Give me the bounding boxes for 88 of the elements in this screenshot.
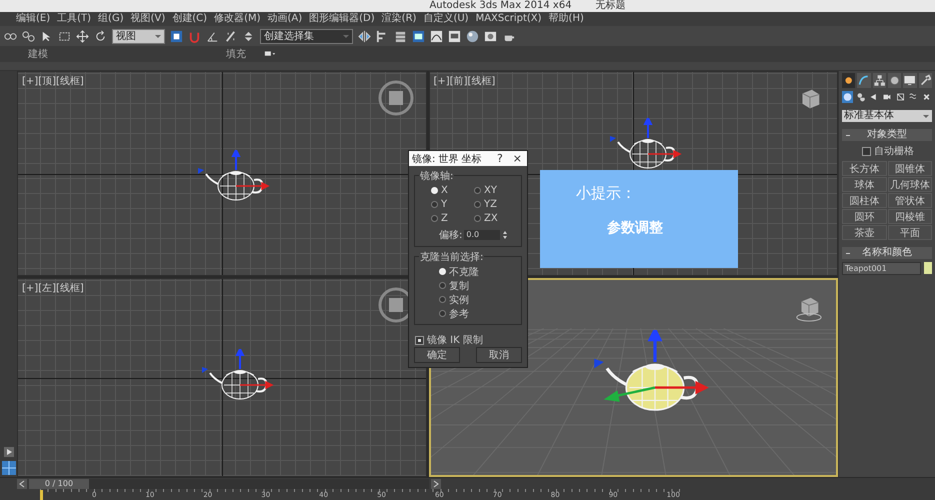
menu-item[interactable]: 动画(A) bbox=[268, 12, 302, 26]
key-marker bbox=[40, 490, 43, 500]
name-field[interactable]: Teapot001 bbox=[842, 262, 921, 275]
circle-icon[interactable] bbox=[888, 73, 902, 88]
autogrid-checkbox[interactable]: 自动栅格 bbox=[842, 144, 932, 158]
previous-frame-icon[interactable] bbox=[17, 478, 27, 488]
tip-text: 参数调整 bbox=[606, 219, 664, 237]
percent-icon[interactable] bbox=[224, 30, 237, 42]
shapes-icon[interactable] bbox=[855, 91, 866, 103]
sphere-icon[interactable] bbox=[842, 91, 854, 103]
mirror-icon[interactable] bbox=[358, 30, 371, 42]
clone-radio[interactable]: 实例 bbox=[439, 293, 517, 306]
tree-icon[interactable] bbox=[872, 73, 886, 88]
clone-radio[interactable]: 复制 bbox=[439, 279, 517, 292]
rollout-header[interactable]: 对象类型 bbox=[842, 129, 932, 141]
viewport-layout-icon[interactable] bbox=[2, 461, 16, 475]
time-slider[interactable]: 0 / 100 bbox=[29, 478, 429, 488]
clone-radio[interactable]: 参考 bbox=[439, 307, 517, 320]
object-type-button[interactable]: 圆环 bbox=[842, 209, 886, 224]
view-dropdown[interactable]: 视图 bbox=[112, 28, 165, 44]
cancel-button[interactable]: 取消 bbox=[476, 347, 522, 363]
ok-button[interactable]: 确定 bbox=[414, 347, 460, 363]
close-button[interactable]: × bbox=[508, 152, 527, 165]
object-type-button[interactable]: 平面 bbox=[888, 225, 932, 240]
ribbon-tab[interactable]: 填充 bbox=[226, 47, 246, 61]
category-dropdown[interactable]: 标准基本体 bbox=[842, 110, 932, 122]
monitor-icon[interactable] bbox=[903, 73, 917, 88]
viewcube-icon[interactable] bbox=[378, 80, 414, 116]
axis-radio[interactable]: Z bbox=[431, 212, 474, 225]
viewport[interactable]: [+][左][线框] bbox=[17, 278, 426, 477]
menu-item[interactable]: 渲染(R) bbox=[382, 12, 416, 26]
angle-icon[interactable] bbox=[206, 30, 219, 42]
window-title: Autodesk 3ds Max 2014 x64 bbox=[429, 0, 572, 12]
group-label: 镜像轴: bbox=[419, 169, 454, 183]
axis-radio[interactable]: ZX bbox=[474, 212, 517, 225]
offset-label: 偏移: bbox=[439, 229, 462, 242]
menu-item[interactable]: 组(G) bbox=[98, 12, 124, 26]
selection-set-dropdown[interactable]: 创建选择集 bbox=[260, 28, 353, 44]
group-label: 克隆当前选择: bbox=[419, 250, 484, 264]
viewport-label[interactable]: [+][左][线框] bbox=[22, 281, 84, 295]
next-frame-icon[interactable] bbox=[431, 478, 441, 488]
curve-icon[interactable] bbox=[430, 30, 443, 42]
document-name: 无标题 bbox=[596, 0, 626, 12]
axis-radio[interactable]: XY bbox=[474, 184, 517, 197]
axis-radio[interactable]: X bbox=[431, 184, 474, 197]
rect-icon[interactable] bbox=[58, 30, 71, 42]
menu-item[interactable]: 帮助(H) bbox=[548, 12, 584, 26]
material-icon[interactable] bbox=[466, 30, 479, 42]
layers-icon[interactable] bbox=[394, 30, 407, 42]
viewport-label[interactable]: [+][顶][线框] bbox=[22, 74, 84, 88]
help-button[interactable]: ? bbox=[492, 152, 508, 165]
object-type-button[interactable]: 圆锥体 bbox=[888, 161, 932, 176]
clone-radio[interactable]: 不克隆 bbox=[439, 265, 517, 278]
object-type-button[interactable]: 四棱锥 bbox=[888, 209, 932, 224]
axis-radio[interactable]: YZ bbox=[474, 198, 517, 211]
hammer-icon[interactable] bbox=[918, 73, 932, 88]
object-type-button[interactable]: 茶壶 bbox=[842, 225, 886, 240]
rollout-header[interactable]: 名称和颜色 bbox=[842, 247, 932, 259]
menu-item[interactable]: 创建(C) bbox=[172, 12, 208, 26]
object-type-button[interactable]: 几何球体 bbox=[888, 177, 932, 192]
menu-item[interactable]: 图形编辑器(D) bbox=[309, 12, 375, 26]
play-icon[interactable] bbox=[4, 447, 14, 457]
object-type-button[interactable]: 圆柱体 bbox=[842, 193, 886, 208]
color-swatch[interactable] bbox=[924, 262, 932, 274]
tip-title: 小提示： bbox=[576, 184, 637, 203]
menu-item[interactable]: 工具(T) bbox=[57, 12, 92, 26]
ribbon-options-icon[interactable] bbox=[264, 50, 276, 58]
select-icon[interactable] bbox=[40, 30, 53, 42]
menu-item[interactable]: 修改器(M) bbox=[214, 12, 260, 26]
menu-item[interactable]: 视图(V) bbox=[130, 12, 166, 26]
object-type-button[interactable]: 长方体 bbox=[842, 161, 886, 176]
rotate-icon[interactable] bbox=[94, 30, 107, 42]
ribbon-tab[interactable]: 建模 bbox=[28, 47, 48, 61]
object-type-button[interactable]: 管状体 bbox=[888, 193, 932, 208]
unlink-icon[interactable] bbox=[22, 30, 35, 42]
viewport-label[interactable]: [+][前][线框] bbox=[434, 74, 496, 88]
helper-icon[interactable] bbox=[894, 91, 906, 103]
menu-item[interactable]: 编辑(E) bbox=[16, 12, 50, 26]
axis-radio[interactable]: Y bbox=[431, 198, 474, 211]
menu-item[interactable]: 自定义(U) bbox=[423, 12, 469, 26]
offset-field[interactable]: 0.0 bbox=[464, 230, 500, 240]
sun-icon[interactable] bbox=[842, 73, 856, 88]
move-icon[interactable] bbox=[76, 30, 89, 42]
render-icon[interactable] bbox=[484, 30, 497, 42]
spinner-icon[interactable] bbox=[242, 30, 255, 42]
object-type-button[interactable]: 球体 bbox=[842, 177, 886, 192]
time-slider-thumb[interactable]: 0 / 100 bbox=[29, 478, 89, 488]
menu-item[interactable]: MAXScript(X) bbox=[476, 12, 542, 26]
